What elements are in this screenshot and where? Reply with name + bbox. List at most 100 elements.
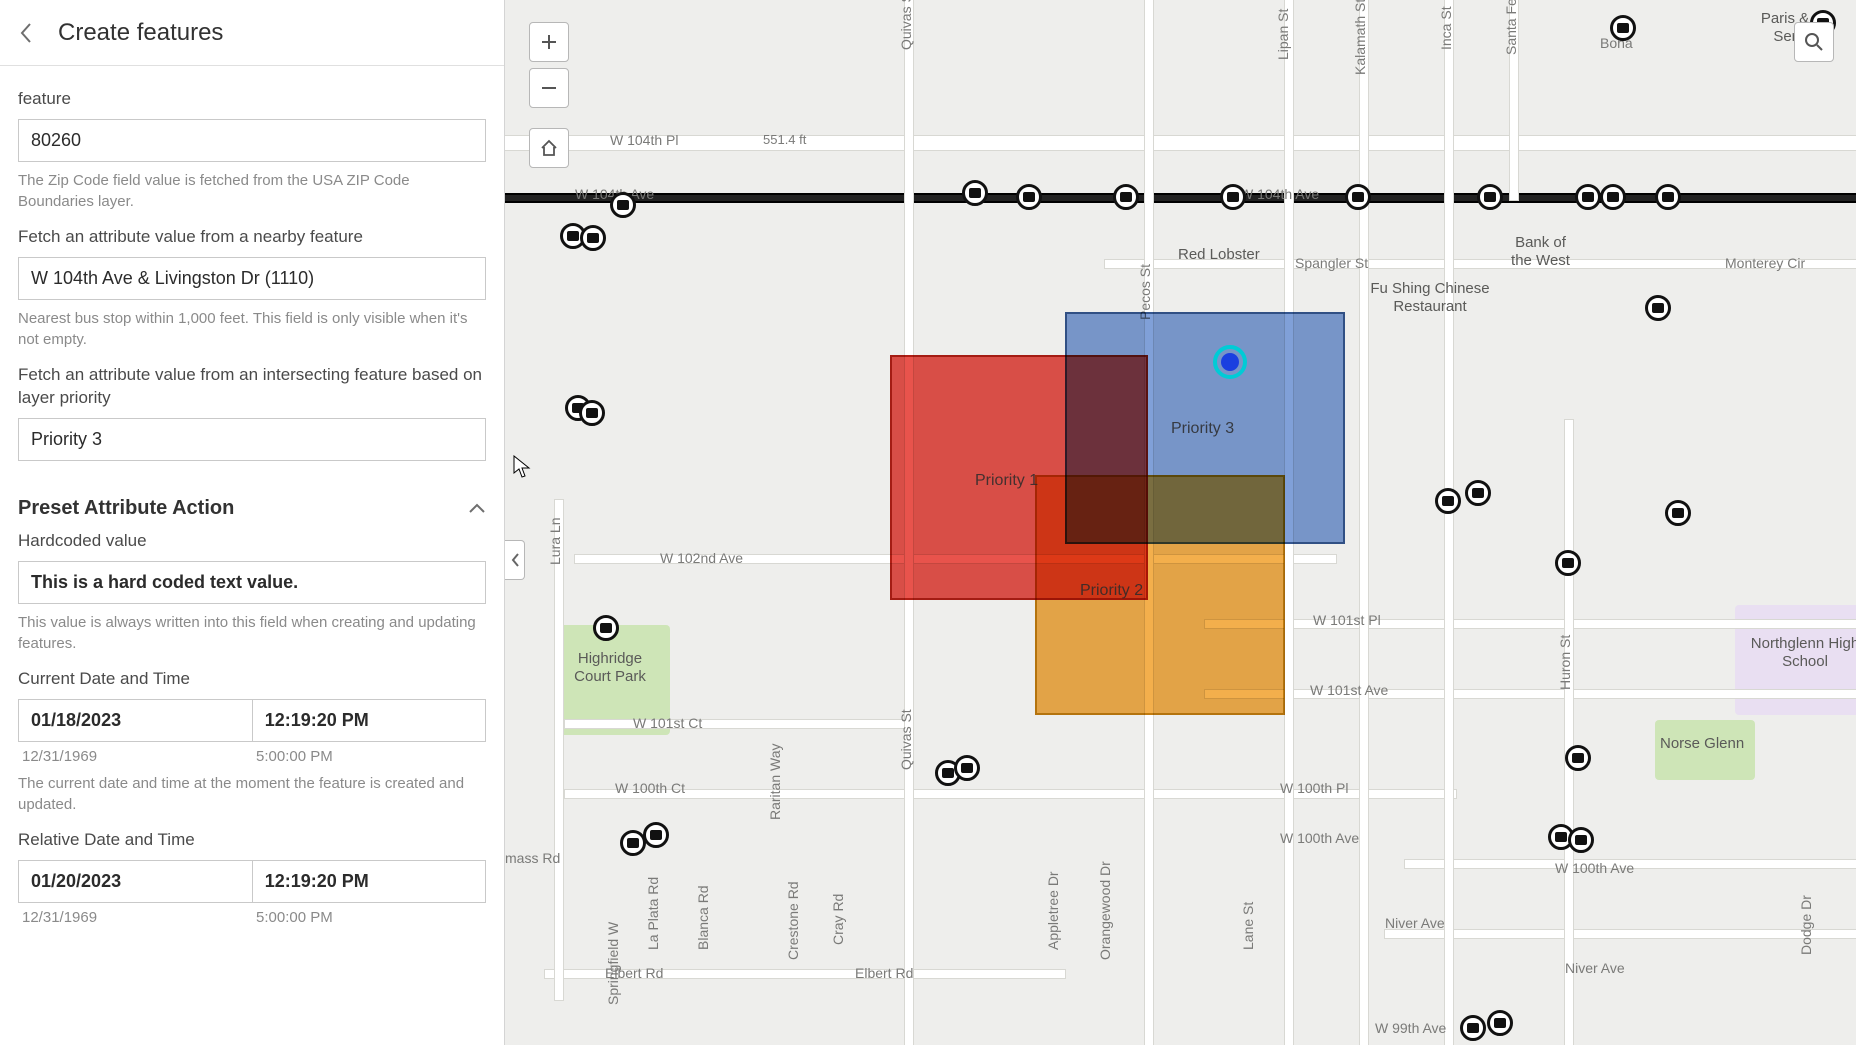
back-button[interactable] — [8, 15, 44, 51]
map-canvas[interactable]: W 104th Pl W 104th Ave W 104th Ave 551.4… — [505, 0, 1856, 1045]
bus-stop-icon[interactable] — [1487, 1010, 1513, 1036]
zoom-in-button[interactable] — [529, 22, 569, 62]
bus-stop-icon[interactable] — [643, 822, 669, 848]
hardcoded-value-input[interactable] — [18, 561, 486, 604]
create-features-panel: Create features feature The Zip Code fie… — [0, 0, 505, 1045]
bus-stop-icon[interactable] — [1645, 295, 1671, 321]
search-button[interactable] — [1794, 22, 1834, 62]
road-kalamath — [1360, 0, 1368, 1045]
current-dt-ghost: 12/31/1969 5:00:00 PM — [18, 748, 486, 765]
road-w104th-pl — [505, 136, 1856, 150]
bus-stop-icon[interactable] — [593, 615, 619, 641]
current-date-ghost: 12/31/1969 — [18, 748, 252, 765]
label-santafe: Santa Fe Dr — [1503, 0, 1519, 55]
bus-stop-icon[interactable] — [1555, 550, 1581, 576]
preset-section-header[interactable]: Preset Attribute Action — [18, 497, 486, 520]
relative-time-input[interactable] — [252, 860, 486, 903]
bus-stop-icon[interactable] — [1665, 500, 1691, 526]
zip-code-input[interactable] — [18, 119, 486, 162]
field-label-relative-dt: Relative Date and Time — [18, 829, 486, 852]
field-label-nearby: Fetch an attribute value from a nearby f… — [18, 226, 486, 249]
current-time-input[interactable] — [252, 699, 486, 742]
relative-date-ghost: 12/31/1969 — [18, 909, 252, 926]
road-huron — [1565, 420, 1573, 1045]
bus-stop-icon[interactable] — [610, 192, 636, 218]
bus-stop-icon[interactable] — [1465, 480, 1491, 506]
label-dodge: Dodge Dr — [1798, 895, 1814, 955]
label-elbert2: Elbert Rd — [855, 965, 913, 981]
label-w101st-ave: W 101st Ave — [1310, 682, 1388, 698]
bus-stop-icon[interactable] — [1477, 184, 1503, 210]
label-w100th-ct: W 100th Ct — [615, 780, 685, 796]
bus-stop-icon[interactable] — [1220, 184, 1246, 210]
bus-stop-icon[interactable] — [1565, 745, 1591, 771]
label-mass: mass Rd — [505, 850, 560, 866]
bus-stop-icon[interactable] — [1575, 184, 1601, 210]
bus-stop-icon[interactable] — [1016, 184, 1042, 210]
bus-stop-icon[interactable] — [1610, 15, 1636, 41]
home-extent-button[interactable] — [529, 128, 569, 168]
relative-date-input[interactable] — [18, 860, 252, 903]
label-cray: Cray Rd — [830, 894, 846, 945]
label-lura: Lura Ln — [547, 518, 563, 565]
zip-help-text: The Zip Code field value is fetched from… — [18, 170, 486, 212]
bus-stop-icon[interactable] — [1113, 184, 1139, 210]
chevron-up-icon — [468, 502, 486, 514]
bus-stop-icon[interactable] — [579, 400, 605, 426]
minus-icon — [540, 79, 558, 97]
label-springfield: Springfield W — [605, 922, 621, 1005]
search-icon — [1804, 32, 1824, 52]
relative-dt-ghost: 12/31/1969 5:00:00 PM — [18, 909, 486, 926]
label-blanca: Blanca Rd — [695, 885, 711, 950]
current-date-input[interactable] — [18, 699, 252, 742]
relative-time-ghost: 5:00:00 PM — [252, 909, 486, 926]
bus-stop-icon[interactable] — [1435, 488, 1461, 514]
road-inca — [1445, 0, 1453, 1045]
poi-norse-glenn: Norse Glenn — [1660, 735, 1744, 753]
label-niver: Niver Ave — [1385, 915, 1445, 931]
map-view[interactable]: W 104th Pl W 104th Ave W 104th Ave 551.4… — [505, 0, 1856, 1045]
label-w101st-ct: W 101st Ct — [633, 715, 702, 731]
chevron-left-icon — [19, 22, 33, 44]
label-huron: Huron St — [1557, 635, 1573, 690]
scale-bar-text: 551.4 ft — [763, 132, 806, 147]
poi-northglenn-hs: Northglenn High School — [1750, 635, 1856, 671]
panel-toggle-button[interactable] — [505, 540, 525, 580]
label-inca: Inca St — [1438, 6, 1454, 50]
label-w101st-pl: W 101st Pl — [1313, 612, 1381, 628]
priority-3-label: Priority 3 — [1171, 420, 1234, 438]
current-time-ghost: 5:00:00 PM — [252, 748, 486, 765]
panel-header: Create features — [0, 0, 504, 66]
field-label-intersect: Fetch an attribute value from an interse… — [18, 364, 486, 410]
bus-stop-icon[interactable] — [1345, 184, 1371, 210]
label-w102nd: W 102nd Ave — [660, 550, 743, 566]
label-w100th-ave: W 100th Ave — [1280, 830, 1359, 846]
bus-stop-icon[interactable] — [1600, 184, 1626, 210]
label-w104th-ave2: W 104th Ave — [1240, 186, 1319, 202]
intersect-priority-input[interactable] — [18, 418, 486, 461]
label-quivas2: Quivas St — [898, 709, 914, 770]
bus-stop-icon[interactable] — [1460, 1015, 1486, 1041]
nearby-feature-input[interactable] — [18, 257, 486, 300]
bus-stop-icon[interactable] — [580, 225, 606, 251]
panel-body[interactable]: feature The Zip Code field value is fetc… — [0, 66, 504, 1045]
label-orangewood: Orangewood Dr — [1097, 861, 1113, 960]
bus-stop-icon[interactable] — [954, 755, 980, 781]
road-w101st-pl — [1205, 620, 1856, 628]
current-dt-help-text: The current date and time at the moment … — [18, 773, 486, 815]
poi-highridge: Highridge Court Park — [565, 650, 655, 686]
bus-stop-icon[interactable] — [962, 180, 988, 206]
label-raritan: Raritan Way — [767, 743, 783, 820]
road-niver — [1385, 930, 1856, 938]
bus-stop-icon[interactable] — [1655, 184, 1681, 210]
nearby-help-text: Nearest bus stop within 1,000 feet. This… — [18, 308, 486, 350]
bus-stop-icon[interactable] — [1568, 827, 1594, 853]
label-w100th-pl: W 100th Pl — [1280, 780, 1348, 796]
zoom-out-button[interactable] — [529, 68, 569, 108]
label-spangler: Spangler St — [1295, 255, 1368, 271]
active-location-marker[interactable] — [1213, 345, 1247, 379]
label-w104th-pl: W 104th Pl — [610, 132, 678, 148]
poi-bank-west: Bank of the West — [1503, 234, 1578, 270]
label-niver2: Niver Ave — [1565, 960, 1625, 976]
label-monterey: Monterey Cir — [1725, 255, 1805, 271]
